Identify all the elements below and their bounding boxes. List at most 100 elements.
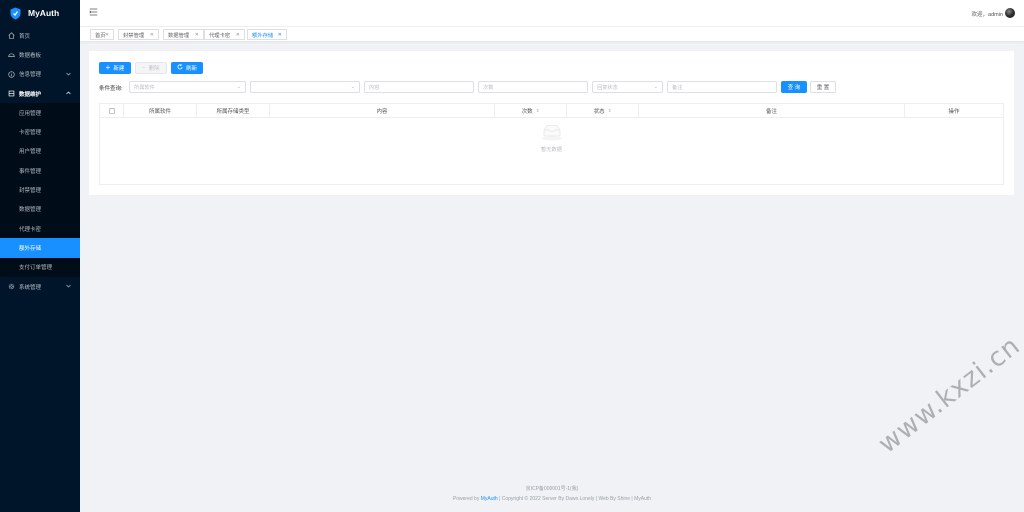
plus-icon: + bbox=[105, 63, 111, 72]
database-icon bbox=[8, 90, 15, 97]
chevron-up-icon bbox=[66, 91, 71, 97]
column-count[interactable]: 次数 ⇕ bbox=[495, 104, 567, 117]
refresh-button[interactable]: 刷新 bbox=[171, 62, 203, 74]
column-content: 内容 bbox=[270, 104, 495, 117]
column-label: 内容 bbox=[376, 108, 388, 115]
icp-text[interactable]: 京ICP备000001号-1(我) bbox=[80, 485, 1024, 492]
avatar[interactable] bbox=[1005, 8, 1015, 18]
column-software: 所属软件 bbox=[124, 104, 197, 117]
sidebar-item-event-management[interactable]: 事件管理 bbox=[0, 161, 80, 180]
copyright-text: Powered by MyAuth | Copyright © 2022 Ser… bbox=[80, 496, 1024, 502]
tab-label: 代理卡密 bbox=[209, 32, 231, 39]
close-icon[interactable]: ✕ bbox=[195, 32, 199, 38]
filter-label: 条件查询: bbox=[99, 86, 123, 92]
home-icon bbox=[8, 32, 15, 39]
empty-text: 暂无数据 bbox=[540, 147, 563, 153]
close-icon[interactable]: ✕ bbox=[236, 32, 240, 38]
shield-logo-icon bbox=[10, 7, 21, 19]
status-placeholder: 回复状态 bbox=[597, 84, 618, 91]
column-status[interactable]: 状态 ⇕ bbox=[567, 104, 639, 117]
column-label: 操作 bbox=[948, 108, 960, 115]
empty-state: 暂无数据 bbox=[100, 118, 1003, 184]
count-placeholder: 次数 bbox=[483, 84, 494, 91]
sidebar-item-app-management[interactable]: 应用管理 bbox=[0, 103, 80, 122]
sort-icon[interactable]: ⇕ bbox=[536, 108, 540, 114]
select-all-cell bbox=[100, 104, 124, 117]
powered-brand-link[interactable]: MyAuth bbox=[481, 496, 498, 502]
powered-suffix: | Copyright © 2022 Server By Dawn.Lonely… bbox=[497, 496, 652, 502]
query-button[interactable]: 查 询 bbox=[781, 81, 807, 93]
nav-label: 信息管理 bbox=[19, 72, 42, 79]
sidebar-item-payment-orders[interactable]: 支付订单管理 bbox=[0, 258, 80, 277]
watermark: www.kxzi.cn bbox=[873, 330, 1024, 460]
sidebar-item-card-management[interactable]: 卡密管理 bbox=[0, 122, 80, 141]
new-button-label: 新建 bbox=[113, 66, 125, 72]
nav-item-dashboard[interactable]: 数据看板 bbox=[0, 45, 80, 64]
gear-icon bbox=[8, 283, 15, 290]
close-icon[interactable]: ✕ bbox=[150, 32, 154, 38]
empty-box-icon bbox=[542, 125, 562, 141]
nav-label: 系统管理 bbox=[19, 284, 42, 291]
column-label: 所属软件 bbox=[148, 108, 171, 115]
sidebar-item-extra-storage[interactable]: 额外存储 bbox=[0, 238, 80, 258]
chevron-down-icon: ⌄ bbox=[350, 84, 355, 90]
nav-label: 首页 bbox=[19, 33, 31, 40]
chevron-down-icon: ⌄ bbox=[653, 84, 658, 90]
nav-item-system[interactable]: 系统管理 bbox=[0, 277, 80, 296]
count-input[interactable]: 次数 bbox=[478, 81, 588, 93]
content-placeholder: 内容 bbox=[369, 84, 380, 91]
logo[interactable]: MyAuth bbox=[0, 0, 80, 26]
remark-placeholder: 备注 bbox=[672, 84, 683, 91]
minus-icon: − bbox=[142, 65, 146, 71]
software-placeholder: 所属软件 bbox=[134, 84, 155, 91]
sidebar: MyAuth 首页 数据看板 信息管理 数据维护 应用管理 卡密管理 用户管理 bbox=[0, 0, 80, 512]
tab-extra-storage[interactable]: 额外存储 ✕ bbox=[247, 29, 287, 40]
app-name: MyAuth bbox=[28, 8, 60, 18]
sidebar-item-agent-cards[interactable]: 代理卡密 bbox=[0, 219, 80, 238]
data-table: 所属软件 所属存储类型 内容 次数 ⇕ 状态 ⇕ 备注 操作 暂无数据 bbox=[99, 103, 1004, 185]
sidebar-item-ban-management[interactable]: 封禁管理 bbox=[0, 180, 80, 199]
sidebar-item-data-management[interactable]: 数据管理 bbox=[0, 200, 80, 219]
select-all-checkbox[interactable] bbox=[108, 107, 115, 114]
chevron-down-icon: ⌄ bbox=[236, 84, 241, 90]
nav-label: 数据维护 bbox=[19, 91, 42, 98]
tab-ban-management[interactable]: 封禁管理 ✕ bbox=[118, 29, 159, 40]
tab-data-management[interactable]: 数据管理 ✕ bbox=[163, 29, 204, 40]
column-label: 备注 bbox=[765, 108, 777, 115]
remark-input[interactable]: 备注 bbox=[667, 81, 777, 93]
powered-prefix: Powered by bbox=[452, 496, 481, 502]
column-label: 次数 bbox=[521, 108, 533, 115]
column-label: 所属存储类型 bbox=[216, 108, 250, 115]
table-header: 所属软件 所属存储类型 内容 次数 ⇕ 状态 ⇕ 备注 操作 bbox=[100, 104, 1003, 118]
status-select[interactable]: 回复状态 ⌄ bbox=[592, 81, 663, 93]
software-select[interactable]: 所属软件 ⌄ bbox=[129, 81, 246, 93]
new-button[interactable]: + 新建 bbox=[99, 62, 131, 74]
column-storage-type: 所属存储类型 bbox=[197, 104, 270, 117]
close-icon[interactable]: ✕ bbox=[278, 32, 282, 38]
dashboard-icon bbox=[8, 51, 15, 58]
top-header: 欢迎，admin bbox=[80, 0, 1024, 26]
close-icon[interactable]: ✕ bbox=[105, 32, 109, 38]
welcome-text: 欢迎，admin bbox=[971, 12, 1003, 18]
nav-item-info[interactable]: 信息管理 bbox=[0, 65, 80, 84]
delete-button[interactable]: − 删除 bbox=[135, 62, 167, 74]
sort-icon[interactable]: ⇕ bbox=[608, 108, 612, 114]
submenu-data-maintenance: 应用管理 卡密管理 用户管理 事件管理 封禁管理 数据管理 代理卡密 额外存储 … bbox=[0, 103, 80, 277]
chevron-down-icon bbox=[66, 72, 71, 78]
content-input[interactable]: 内容 bbox=[364, 81, 474, 93]
reset-button[interactable]: 重 置 bbox=[810, 81, 836, 93]
nav-label: 数据看板 bbox=[19, 52, 42, 59]
nav-item-home[interactable]: 首页 bbox=[0, 26, 80, 45]
tags-view: 首页 ✕ 封禁管理 ✕ 数据管理 ✕ 代理卡密 ✕ 额外存储 ✕ bbox=[80, 26, 1024, 42]
menu-fold-icon[interactable] bbox=[89, 8, 98, 18]
sidebar-item-user-management[interactable]: 用户管理 bbox=[0, 142, 80, 161]
tab-agent-cards[interactable]: 代理卡密 ✕ bbox=[204, 29, 245, 40]
tab-label: 封禁管理 bbox=[123, 32, 145, 39]
tab-home[interactable]: 首页 ✕ bbox=[90, 29, 114, 40]
storage-type-select[interactable]: ⌄ bbox=[250, 81, 360, 93]
main-card: + 新建 − 删除 刷新 条件查询: 所属软件 ⌄ ⌄ 内容 次数 回复状态 ⌄… bbox=[89, 51, 1014, 195]
column-remark: 备注 bbox=[639, 104, 905, 117]
info-icon bbox=[8, 71, 15, 78]
column-label: 状态 bbox=[593, 108, 605, 115]
nav-item-data-maintenance[interactable]: 数据维护 bbox=[0, 84, 80, 103]
